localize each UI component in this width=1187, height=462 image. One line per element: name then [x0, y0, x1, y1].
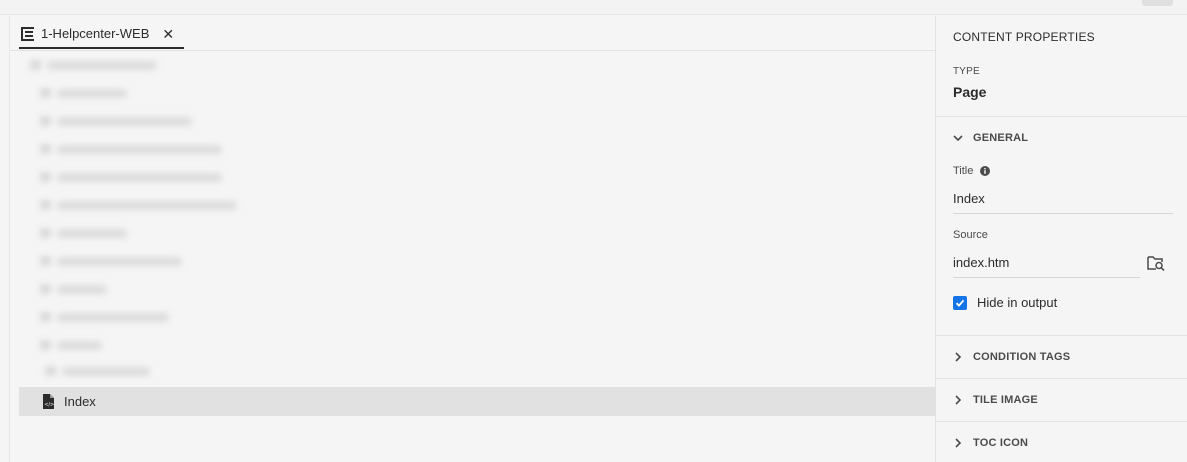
tree-row-icon: [30, 60, 41, 70]
source-label: Source: [953, 229, 988, 241]
toolbar-corner-button[interactable]: [1142, 0, 1173, 6]
tree-row-text: [57, 144, 222, 154]
close-icon[interactable]: ✕: [162, 27, 174, 41]
section-toc-icon-label: TOC ICON: [973, 437, 1029, 449]
section-condition-tags[interactable]: CONDITION TAGS: [953, 351, 1070, 363]
tab-helpcenter-web[interactable]: 1-Helpcenter-WEB ✕: [19, 20, 184, 49]
tree-row-icon: [40, 116, 51, 126]
tree-row: [40, 227, 127, 239]
panel-title: CONTENT PROPERTIES: [953, 30, 1095, 44]
tree-row-text: [57, 116, 192, 126]
divider: [936, 116, 1187, 117]
tree-row-text: [62, 366, 150, 376]
tree-row-text: [57, 172, 222, 182]
tree-row-icon: [40, 88, 51, 98]
tree-row: [40, 255, 182, 267]
tree-row: [40, 199, 237, 211]
tree-row-text: [57, 312, 169, 322]
title-label: Title: [953, 165, 991, 177]
tree-row-text: [57, 88, 127, 98]
type-label: TYPE: [953, 66, 980, 77]
tree-row-text: [57, 284, 107, 294]
section-tile-image[interactable]: TILE IMAGE: [953, 394, 1038, 406]
chevron-down-icon: [953, 135, 963, 142]
section-general[interactable]: GENERAL: [953, 132, 1028, 144]
chevron-right-icon: [955, 352, 962, 362]
title-label-text: Title: [953, 165, 974, 177]
chevron-right-icon: [955, 438, 962, 448]
tab-label: 1-Helpcenter-WEB: [41, 26, 150, 41]
tree-row-icon: [40, 256, 51, 266]
section-toc-icon[interactable]: TOC ICON: [953, 437, 1028, 449]
browse-folder-icon[interactable]: [1147, 255, 1165, 271]
svg-text:</>: </>: [44, 402, 54, 408]
tree-row: [45, 365, 150, 377]
tree-row-icon: [40, 172, 51, 182]
section-general-label: GENERAL: [973, 132, 1029, 144]
tree-row: [40, 283, 107, 295]
tree-row: [40, 171, 222, 183]
hide-in-output-label: Hide in output: [977, 295, 1058, 310]
page-icon: </>: [43, 394, 54, 409]
tree-row-icon: [40, 200, 51, 210]
tree-row-icon: [40, 228, 51, 238]
hide-in-output-checkbox[interactable]: [953, 295, 967, 310]
hide-in-output-row[interactable]: Hide in output: [953, 295, 1057, 310]
divider: [936, 421, 1187, 422]
toc-item-index[interactable]: </> Index: [19, 387, 935, 416]
toc-item-label: Index: [64, 394, 96, 409]
toc-editor-panel: 1-Helpcenter-WEB ✕ </> Index: [9, 16, 936, 462]
tree-row-text: [47, 60, 157, 70]
tree-row-text: [57, 200, 237, 210]
type-value: Page: [953, 84, 987, 100]
tree-row: [40, 87, 127, 99]
toc-tree-blurred: [10, 52, 936, 392]
source-field-underline: [953, 277, 1140, 278]
source-label-text: Source: [953, 229, 988, 241]
section-condition-tags-label: CONDITION TAGS: [973, 351, 1071, 363]
tree-structure-icon: [21, 26, 34, 41]
tree-row-icon: [40, 284, 51, 294]
tree-row-icon: [40, 144, 51, 154]
tree-row-text: [57, 228, 127, 238]
info-icon[interactable]: [980, 166, 991, 176]
divider: [936, 378, 1187, 379]
title-field-underline: [953, 213, 1173, 214]
tree-row-icon: [45, 366, 56, 376]
tree-row: [40, 311, 169, 323]
content-properties-panel: CONTENT PROPERTIES TYPE Page GENERAL Tit…: [935, 16, 1187, 462]
top-toolbar: [0, 0, 1187, 15]
tree-row: [40, 339, 102, 351]
title-field[interactable]: Index: [953, 191, 1173, 206]
chevron-right-icon: [955, 395, 962, 405]
checkmark-icon: [955, 299, 965, 307]
tab-strip: 1-Helpcenter-WEB ✕: [10, 16, 936, 51]
tree-row-text: [57, 256, 182, 266]
tree-row-icon: [40, 312, 51, 322]
source-field[interactable]: index.htm: [953, 255, 1140, 270]
tree-row-text: [57, 340, 102, 350]
tree-row: [40, 115, 192, 127]
section-tile-image-label: TILE IMAGE: [973, 394, 1038, 406]
divider: [936, 335, 1187, 336]
tree-row: [30, 59, 157, 71]
tree-row-icon: [40, 340, 51, 350]
tree-row: [40, 143, 222, 155]
